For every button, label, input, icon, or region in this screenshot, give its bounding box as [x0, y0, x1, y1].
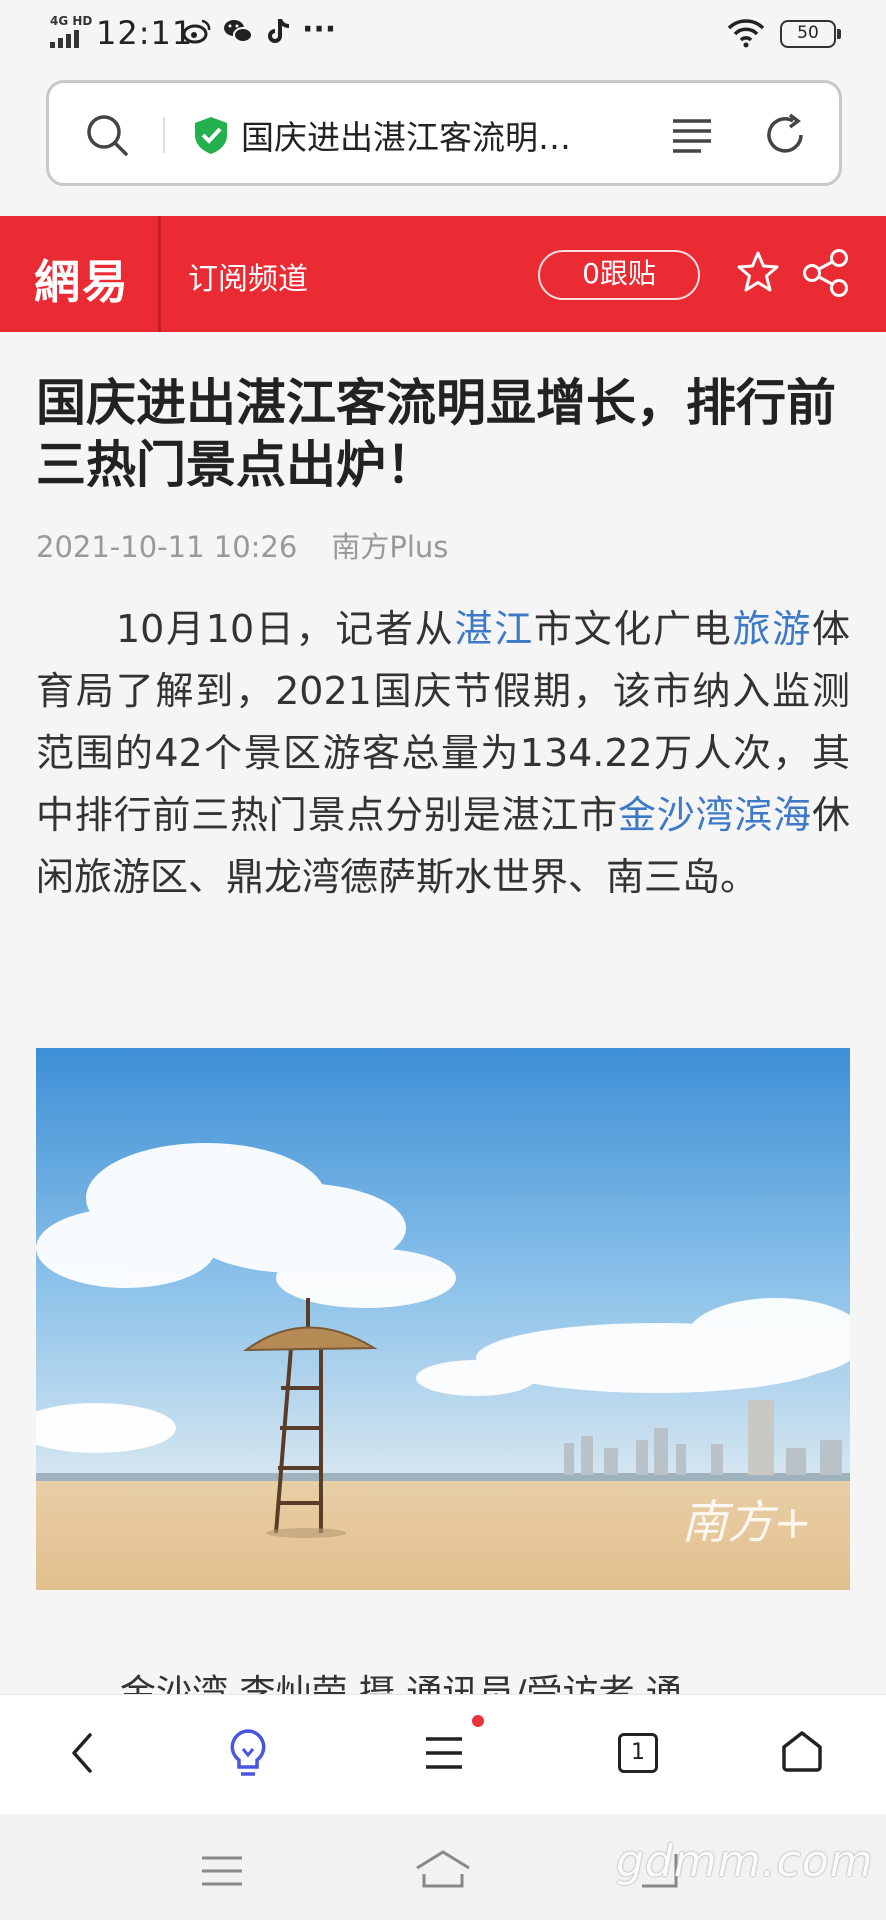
home-icon[interactable] [780, 1729, 824, 1773]
tabs-icon[interactable]: 1 [618, 1733, 658, 1773]
publish-date: 2021-10-11 10:26 [36, 530, 298, 564]
home-nav-icon[interactable] [414, 1848, 472, 1892]
divider [163, 117, 165, 153]
search-icon[interactable] [85, 113, 129, 157]
article-title: 国庆进出湛江客流明显增长，排行前三热门景点出炉！ [36, 374, 836, 494]
article-meta: 2021-10-11 10:26 南方Plus [36, 524, 448, 566]
source: 南方Plus [331, 530, 449, 564]
more-indicator: ··· [302, 12, 337, 47]
notification-dot [472, 1715, 484, 1727]
reader-mode-icon[interactable] [671, 117, 713, 155]
link-zhanjiang[interactable]: 湛江 [454, 607, 533, 651]
site-header: 網易 订阅频道 0跟贴 [0, 216, 886, 332]
network-type: 4G HD [50, 14, 93, 28]
menu-icon[interactable] [424, 1735, 464, 1771]
comments-button[interactable]: 0跟贴 [538, 250, 700, 300]
star-icon[interactable] [736, 250, 780, 294]
bulb-icon[interactable] [226, 1727, 270, 1779]
wechat-icon [224, 20, 253, 43]
article-photo[interactable]: 南方+ [36, 1048, 850, 1590]
system-nav-bar: gdmm.com [0, 1814, 886, 1920]
site-watermark: gdmm.com [616, 1836, 874, 1887]
signal-icon [50, 30, 84, 48]
article-paragraph: 10月10日，记者从湛江市文化广电旅游体育局了解到，2021国庆节假期，该市纳入… [36, 598, 850, 908]
clock: 12:11 [96, 14, 194, 52]
link-tourism[interactable]: 旅游 [733, 607, 812, 651]
tiktok-icon [268, 19, 290, 43]
divider [158, 216, 161, 332]
back-icon[interactable] [68, 1731, 98, 1775]
image-watermark: 南方+ [681, 1495, 812, 1549]
netease-logo[interactable]: 網易 [34, 246, 130, 312]
reload-icon[interactable] [763, 113, 807, 157]
text-segment: 市文化广电 [533, 607, 733, 651]
secure-shield-icon [195, 117, 227, 154]
status-bar: 4G HD 12:11 ··· 50 [0, 0, 886, 68]
subscribe-channel-link[interactable]: 订阅频道 [188, 254, 308, 298]
weibo-icon [182, 19, 211, 44]
url-text[interactable]: 国庆进出湛江客流明… [241, 111, 621, 159]
battery-icon: 50 [780, 20, 841, 48]
link-jinshawan[interactable]: 金沙湾滨海 [618, 793, 812, 837]
text-segment: 10月10日，记者从 [116, 607, 455, 651]
recents-icon[interactable] [200, 1854, 244, 1888]
share-icon[interactable] [802, 248, 850, 298]
address-bar[interactable]: 国庆进出湛江客流明… [46, 80, 842, 186]
wifi-icon [727, 19, 765, 48]
browser-toolbar: 1 [0, 1694, 886, 1814]
